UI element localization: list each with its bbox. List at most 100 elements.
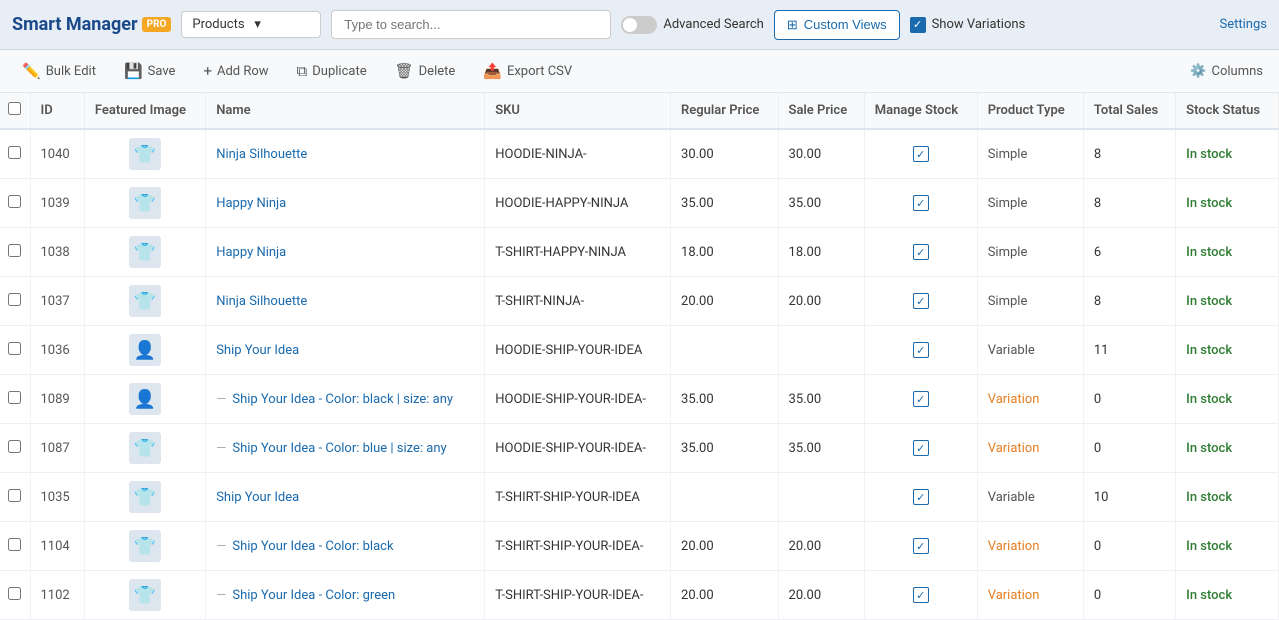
row-sale-price[interactable] xyxy=(778,326,864,375)
row-product-type: Simple xyxy=(977,228,1083,277)
product-name-link[interactable]: Ship Your Idea xyxy=(216,490,299,505)
row-regular-price[interactable]: 20.00 xyxy=(671,522,779,571)
row-sale-price[interactable]: 35.00 xyxy=(778,179,864,228)
product-name-link[interactable]: Ship Your Idea xyxy=(216,343,299,358)
row-name[interactable]: —Ship Your Idea - Color: black xyxy=(206,522,485,571)
row-manage-stock[interactable]: ✓ xyxy=(864,326,977,375)
row-regular-price[interactable] xyxy=(671,473,779,522)
row-sale-price[interactable]: 30.00 xyxy=(778,129,864,179)
row-regular-price[interactable]: 35.00 xyxy=(671,375,779,424)
row-checkbox-cell[interactable] xyxy=(0,277,30,326)
select-all-header[interactable] xyxy=(0,93,30,129)
row-name[interactable]: Ship Your Idea xyxy=(206,326,485,375)
row-checkbox[interactable] xyxy=(8,195,21,208)
product-name-link[interactable]: Ninja Silhouette xyxy=(216,147,307,162)
variation-name-container: —Ship Your Idea - Color: blue | size: an… xyxy=(216,441,474,456)
custom-views-button[interactable]: ⊞ Custom Views xyxy=(774,10,900,40)
row-checkbox[interactable] xyxy=(8,244,21,257)
row-checkbox[interactable] xyxy=(8,391,21,404)
row-checkbox[interactable] xyxy=(8,538,21,551)
row-checkbox-cell[interactable] xyxy=(0,522,30,571)
row-name[interactable]: Ship Your Idea xyxy=(206,473,485,522)
row-sale-price[interactable]: 35.00 xyxy=(778,424,864,473)
row-checkbox-cell[interactable] xyxy=(0,424,30,473)
row-manage-stock[interactable]: ✓ xyxy=(864,473,977,522)
duplicate-button[interactable]: ⧉ Duplicate xyxy=(291,58,373,84)
row-checkbox[interactable] xyxy=(8,489,21,502)
row-name[interactable]: —Ship Your Idea - Color: blue | size: an… xyxy=(206,424,485,473)
row-regular-price[interactable]: 20.00 xyxy=(671,571,779,620)
row-regular-price[interactable]: 35.00 xyxy=(671,179,779,228)
row-checkbox-cell[interactable] xyxy=(0,129,30,179)
show-variations-checkbox[interactable]: ✓ xyxy=(910,17,926,33)
manage-stock-checkbox[interactable]: ✓ xyxy=(913,146,929,162)
row-name[interactable]: —Ship Your Idea - Color: green xyxy=(206,571,485,620)
export-csv-button[interactable]: 📤 Export CSV xyxy=(477,58,578,84)
row-name[interactable]: Ninja Silhouette xyxy=(206,277,485,326)
row-manage-stock[interactable]: ✓ xyxy=(864,522,977,571)
product-name-link[interactable]: Ship Your Idea - Color: black | size: an… xyxy=(232,392,453,407)
row-checkbox[interactable] xyxy=(8,587,21,600)
manage-stock-checkbox[interactable]: ✓ xyxy=(913,538,929,554)
select-all-checkbox[interactable] xyxy=(8,102,21,115)
row-checkbox-cell[interactable] xyxy=(0,473,30,522)
row-name[interactable]: Happy Ninja xyxy=(206,179,485,228)
manage-stock-checkbox[interactable]: ✓ xyxy=(913,244,929,260)
entity-dropdown[interactable]: Products ▾ xyxy=(181,11,321,38)
row-name[interactable]: Happy Ninja xyxy=(206,228,485,277)
product-name-link[interactable]: Ship Your Idea - Color: green xyxy=(232,588,395,603)
product-name-link[interactable]: Happy Ninja xyxy=(216,196,286,211)
row-checkbox-cell[interactable] xyxy=(0,228,30,277)
row-manage-stock[interactable]: ✓ xyxy=(864,424,977,473)
row-regular-price[interactable] xyxy=(671,326,779,375)
row-name[interactable]: —Ship Your Idea - Color: black | size: a… xyxy=(206,375,485,424)
manage-stock-checkbox[interactable]: ✓ xyxy=(913,489,929,505)
row-sale-price[interactable]: 20.00 xyxy=(778,571,864,620)
row-checkbox[interactable] xyxy=(8,146,21,159)
product-name-link[interactable]: Ship Your Idea - Color: black xyxy=(232,539,393,554)
row-sale-price[interactable]: 20.00 xyxy=(778,277,864,326)
row-checkbox-cell[interactable] xyxy=(0,375,30,424)
row-sale-price[interactable]: 20.00 xyxy=(778,522,864,571)
save-button[interactable]: 💾 Save xyxy=(118,58,182,84)
show-variations-toggle[interactable]: ✓ Show Variations xyxy=(910,17,1026,33)
product-name-link[interactable]: Ninja Silhouette xyxy=(216,294,307,309)
settings-link[interactable]: Settings xyxy=(1220,17,1267,32)
manage-stock-checkbox[interactable]: ✓ xyxy=(913,195,929,211)
row-regular-price[interactable]: 18.00 xyxy=(671,228,779,277)
columns-button[interactable]: ⚙️ Columns xyxy=(1190,64,1263,79)
row-manage-stock[interactable]: ✓ xyxy=(864,375,977,424)
row-checkbox[interactable] xyxy=(8,293,21,306)
add-row-button[interactable]: + Add Row xyxy=(197,58,274,84)
row-checkbox-cell[interactable] xyxy=(0,326,30,375)
manage-stock-checkbox[interactable]: ✓ xyxy=(913,293,929,309)
bulk-edit-button[interactable]: ✏️ Bulk Edit xyxy=(16,58,102,84)
advanced-search-switch[interactable] xyxy=(621,16,657,34)
product-name-link[interactable]: Happy Ninja xyxy=(216,245,286,260)
manage-stock-checkbox[interactable]: ✓ xyxy=(913,342,929,358)
row-product-type: Variation xyxy=(977,375,1083,424)
row-manage-stock[interactable]: ✓ xyxy=(864,571,977,620)
row-checkbox-cell[interactable] xyxy=(0,179,30,228)
row-manage-stock[interactable]: ✓ xyxy=(864,129,977,179)
row-manage-stock[interactable]: ✓ xyxy=(864,179,977,228)
row-checkbox[interactable] xyxy=(8,440,21,453)
row-manage-stock[interactable]: ✓ xyxy=(864,228,977,277)
row-name[interactable]: Ninja Silhouette xyxy=(206,129,485,179)
manage-stock-checkbox[interactable]: ✓ xyxy=(913,391,929,407)
row-checkbox[interactable] xyxy=(8,342,21,355)
row-regular-price[interactable]: 35.00 xyxy=(671,424,779,473)
manage-stock-checkbox[interactable]: ✓ xyxy=(913,587,929,603)
product-name-link[interactable]: Ship Your Idea - Color: blue | size: any xyxy=(232,441,446,456)
manage-stock-checkbox[interactable]: ✓ xyxy=(913,440,929,456)
delete-button[interactable]: 🗑 Delete xyxy=(389,58,462,84)
row-regular-price[interactable]: 20.00 xyxy=(671,277,779,326)
search-input[interactable] xyxy=(331,10,611,39)
row-sale-price[interactable]: 35.00 xyxy=(778,375,864,424)
advanced-search-toggle[interactable]: Advanced Search xyxy=(621,16,763,34)
row-checkbox-cell[interactable] xyxy=(0,571,30,620)
row-sale-price[interactable]: 18.00 xyxy=(778,228,864,277)
row-sale-price[interactable] xyxy=(778,473,864,522)
row-regular-price[interactable]: 30.00 xyxy=(671,129,779,179)
row-manage-stock[interactable]: ✓ xyxy=(864,277,977,326)
